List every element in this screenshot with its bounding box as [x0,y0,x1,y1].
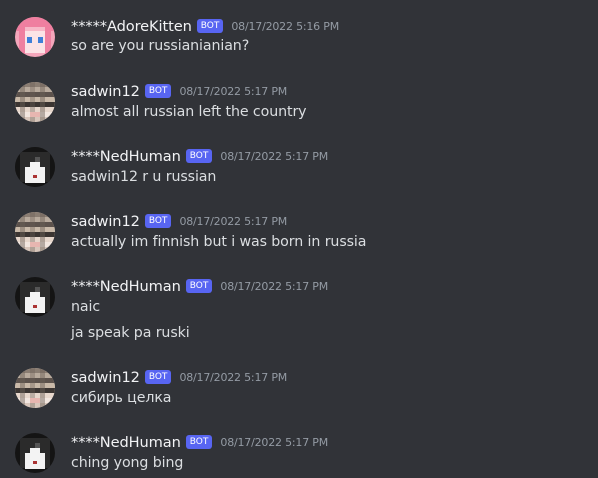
bot-tag: BOT [144,214,172,228]
username[interactable]: sadwin12 [71,83,140,100]
bot-tag: BOT [144,84,172,98]
black-hair-pixel-avatar-icon[interactable] [15,277,55,317]
timestamp[interactable]: 08/17/2022 5:17 PM [220,436,328,449]
bot-tag: BOT [185,149,213,163]
black-hair-pixel-avatar-icon[interactable] [15,433,55,473]
pixelated-blurred-avatar-icon[interactable] [15,212,55,252]
message-text: actually im finnish but i was born in ru… [71,234,367,250]
username[interactable]: sadwin12 [71,369,140,386]
message-text: sadwin12 r u russian [71,169,217,185]
bot-tag: BOT [196,19,224,33]
bot-tag: BOT [185,435,213,449]
message-text: ja speak pa ruski [71,325,190,341]
message-text: naic [71,299,101,315]
chat-messages: *****AdoreKitten BOT 08/17/2022 5:16 PM … [0,0,598,478]
username[interactable]: ****NedHuman [71,278,181,295]
message-text: сибирь целка [71,390,172,406]
timestamp[interactable]: 08/17/2022 5:17 PM [179,85,287,98]
message-text: so are you russianianian? [71,38,250,54]
timestamp[interactable]: 08/17/2022 5:17 PM [179,215,287,228]
pixelated-blurred-avatar-icon[interactable] [15,82,55,122]
username[interactable]: ****NedHuman [71,148,181,165]
username[interactable]: *****AdoreKitten [71,18,192,35]
username[interactable]: ****NedHuman [71,434,181,451]
black-hair-pixel-avatar-icon[interactable] [15,147,55,187]
timestamp[interactable]: 08/17/2022 5:17 PM [220,280,328,293]
timestamp[interactable]: 08/17/2022 5:17 PM [220,150,328,163]
timestamp[interactable]: 08/17/2022 5:17 PM [179,371,287,384]
pixelated-blurred-avatar-icon[interactable] [15,368,55,408]
timestamp[interactable]: 08/17/2022 5:16 PM [231,20,339,33]
message-text: ching yong bing [71,455,184,471]
username[interactable]: sadwin12 [71,213,140,230]
message-text: almost all russian left the country [71,104,307,120]
bot-tag: BOT [144,370,172,384]
bot-tag: BOT [185,279,213,293]
pink-hair-anime-avatar-icon[interactable] [15,17,55,57]
